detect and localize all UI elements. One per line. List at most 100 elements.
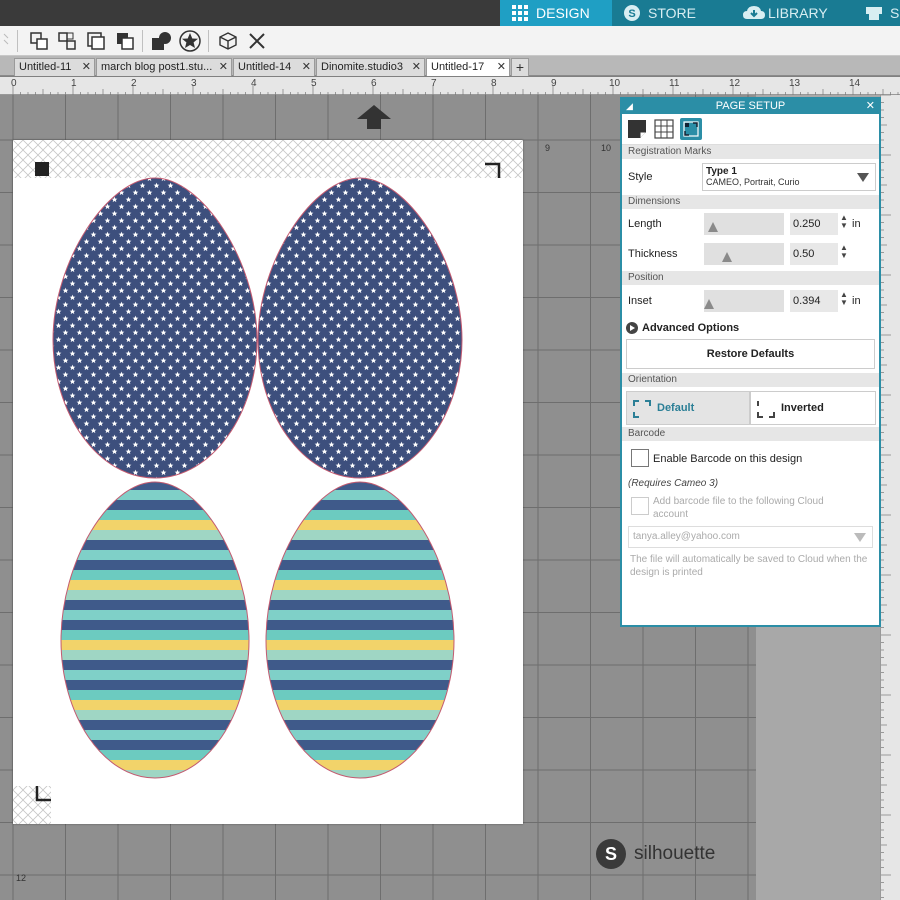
document-tab[interactable]: Untitled-14 ✕ — [233, 58, 315, 76]
horizontal-ruler: 0 1 2 3 4 5 6 7 8 9 10 11 12 13 14 — [0, 77, 900, 95]
thickness-input[interactable]: 0.50 — [790, 243, 838, 265]
orientation-inverted-label: Inverted — [781, 402, 824, 414]
orientation-default-button[interactable]: Default — [626, 391, 750, 425]
print-page[interactable] — [13, 140, 523, 824]
document-tab-label: Untitled-11 — [19, 61, 72, 73]
star-egg-shape[interactable] — [52, 177, 258, 479]
play-icon — [626, 322, 638, 334]
group-icon[interactable] — [28, 30, 50, 52]
ruler-number: 5 — [311, 78, 317, 89]
striped-egg-shape[interactable] — [60, 481, 250, 779]
document-tab-active[interactable]: Untitled-17 ✕ — [426, 58, 510, 76]
new-tab-button[interactable]: + — [511, 58, 529, 76]
panel-close-icon[interactable]: ✕ — [866, 99, 875, 114]
star-shape-icon[interactable] — [178, 30, 201, 52]
tab-close-icon[interactable]: ✕ — [82, 59, 91, 75]
cutter-machine-icon — [864, 4, 884, 22]
send-tab[interactable]: S — [854, 0, 900, 26]
star-egg-shape[interactable] — [257, 177, 463, 479]
compound-icon[interactable] — [85, 30, 107, 52]
document-tab-bar: Untitled-11 ✕ march blog post1.stu... ✕ … — [0, 56, 900, 76]
style-row: Style Type 1 CAMEO, Portrait, Curio — [622, 159, 879, 195]
chevron-down-icon — [857, 173, 869, 182]
ruler-number: 11 — [669, 78, 680, 89]
library-tab[interactable]: LIBRARY — [732, 0, 854, 26]
inset-spinner[interactable]: ▲ ▼ — [840, 291, 848, 307]
tab-close-icon[interactable]: ✕ — [219, 59, 228, 75]
tab-close-icon[interactable]: ✕ — [302, 59, 311, 75]
style-value-detail: CAMEO, Portrait, Curio — [706, 177, 800, 187]
striped-egg-shape[interactable] — [265, 481, 455, 779]
orientation-default-label: Default — [657, 402, 695, 414]
ungroup-icon[interactable] — [56, 30, 78, 52]
page-settings-icon[interactable] — [626, 118, 648, 140]
orientation-inverted-button[interactable]: Inverted — [750, 391, 876, 425]
chevron-down-icon — [854, 533, 866, 542]
dock-icon[interactable]: ◢ — [626, 99, 633, 114]
brand-name: silhouette — [634, 843, 716, 864]
no-print-zone-top — [13, 140, 523, 178]
slider-handle[interactable] — [704, 299, 714, 309]
toolbar-divider — [208, 30, 209, 52]
library-tab-label: LIBRARY — [768, 5, 828, 21]
no-print-zone-bottom — [13, 786, 51, 824]
document-tab-label: Untitled-17 — [431, 61, 485, 73]
document-tab[interactable]: march blog post1.stu... ✕ — [96, 58, 232, 76]
length-spinner[interactable]: ▲ ▼ — [840, 214, 848, 230]
ruler-number: 2 — [131, 78, 137, 89]
slider-handle[interactable] — [722, 252, 732, 262]
inset-row: Inset 0.394 ▲ ▼ in — [622, 285, 879, 317]
ruler-number: 9 — [551, 78, 557, 89]
store-tab[interactable]: S STORE — [612, 0, 732, 26]
requires-note: (Requires Cameo 3) — [628, 478, 719, 489]
barcode-enable-label: Enable Barcode on this design — [653, 453, 803, 465]
length-slider[interactable] — [704, 213, 784, 235]
thickness-slider[interactable] — [704, 243, 784, 265]
registration-marks-icon[interactable] — [680, 118, 702, 140]
3d-box-icon[interactable] — [217, 30, 239, 52]
toolbar-grip-icon — [0, 30, 12, 52]
document-tab[interactable]: Dinomite.studio3 ✕ — [316, 58, 425, 76]
close-icon[interactable] — [246, 30, 268, 52]
shape-fill-icon[interactable] — [150, 30, 172, 52]
panel-title-bar[interactable]: ◢ PAGE SETUP ✕ — [622, 99, 879, 114]
orientation-options: Default Inverted — [622, 387, 879, 427]
tab-close-icon[interactable]: ✕ — [497, 59, 506, 75]
cloud-account-dropdown[interactable]: tanya.alley@yahoo.com — [628, 526, 873, 548]
cloud-note-row: The file will automatically be saved to … — [622, 551, 879, 581]
corner-marks-icon — [633, 399, 651, 418]
ruler-number: 12 — [729, 78, 741, 89]
design-tab[interactable]: DESIGN — [500, 0, 612, 26]
inset-input[interactable]: 0.394 — [790, 290, 838, 312]
cloud-label: Add barcode file to the following Cloud … — [653, 496, 824, 520]
inset-slider[interactable] — [704, 290, 784, 312]
tab-close-icon[interactable]: ✕ — [412, 59, 421, 75]
thickness-spinner[interactable]: ▲ ▼ — [840, 244, 848, 260]
cloud-checkbox[interactable] — [631, 497, 649, 515]
spin-down-icon[interactable]: ▼ — [840, 252, 848, 260]
slider-handle[interactable] — [708, 222, 718, 232]
cloud-note: The file will automatically be saved to … — [630, 554, 868, 578]
ruler-number: 13 — [789, 78, 801, 89]
page-setup-panel: ◢ PAGE SETUP ✕ Registration Marks Style … — [620, 97, 881, 627]
grid-settings-icon[interactable] — [653, 118, 675, 140]
length-input[interactable]: 0.250 — [790, 213, 838, 235]
thickness-label: Thickness — [628, 248, 678, 260]
registration-square-mark — [35, 162, 49, 176]
style-dropdown[interactable]: Type 1 CAMEO, Portrait, Curio — [702, 163, 876, 191]
store-tab-label: STORE — [648, 5, 696, 21]
requires-row: (Requires Cameo 3) — [622, 471, 879, 493]
restore-defaults-button[interactable]: Restore Defaults — [626, 339, 875, 369]
barcode-enable-checkbox[interactable] — [631, 449, 649, 467]
barcode-header: Barcode — [622, 427, 879, 441]
spin-down-icon[interactable]: ▼ — [840, 222, 848, 230]
panel-mode-icons — [622, 114, 879, 145]
spin-down-icon[interactable]: ▼ — [840, 299, 848, 307]
advanced-options-toggle[interactable]: Advanced Options — [622, 317, 879, 339]
vertical-ruler — [880, 94, 900, 900]
corner-marks-inverted-icon — [757, 399, 775, 418]
document-tab-label: march blog post1.stu... — [101, 61, 213, 73]
svg-text:S: S — [628, 8, 635, 20]
release-compound-icon[interactable] — [114, 30, 136, 52]
document-tab[interactable]: Untitled-11 ✕ — [14, 58, 95, 76]
